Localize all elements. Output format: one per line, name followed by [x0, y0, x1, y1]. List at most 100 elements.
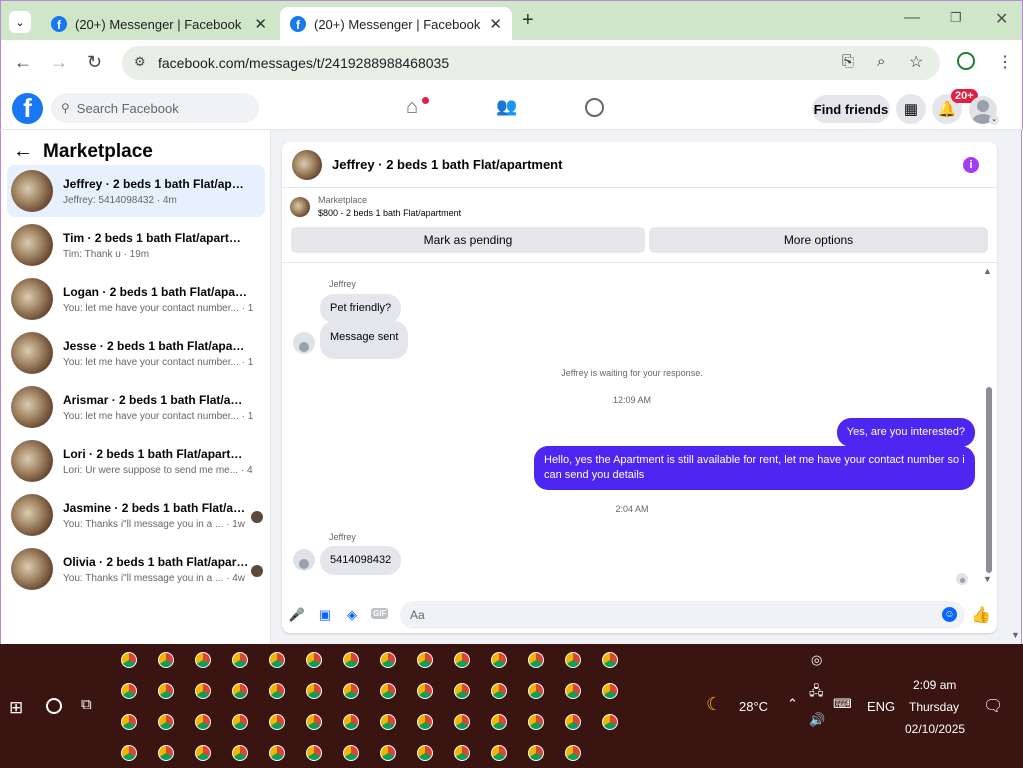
taskbar-app-icon[interactable]	[158, 714, 174, 730]
incoming-message-bubble[interactable]: 5414098432	[320, 546, 402, 575]
taskbar-app-icon[interactable]	[121, 714, 137, 730]
browser-tab-1[interactable]: f (20+) Messenger | Facebook ✕	[41, 7, 277, 41]
taskbar-app-icon[interactable]	[121, 652, 137, 668]
weather-moon-icon[interactable]: ☾	[706, 694, 722, 715]
taskbar-app-icon[interactable]	[195, 652, 211, 668]
back-icon[interactable]: ←	[14, 52, 32, 73]
close-tab-icon[interactable]: ✕	[489, 15, 502, 33]
info-icon[interactable]: i	[963, 157, 979, 173]
site-info-icon[interactable]: ⚙	[134, 54, 146, 70]
taskbar-app-icon[interactable]	[306, 652, 322, 668]
incoming-message-bubble[interactable]: Message sent	[320, 321, 409, 359]
taskbar-app-icon[interactable]	[232, 714, 248, 730]
cortana-search-icon[interactable]	[46, 698, 62, 714]
new-tab-button[interactable]: +	[522, 9, 534, 32]
taskbar-app-icon[interactable]	[602, 652, 618, 668]
listing-thumbnail[interactable]	[292, 149, 322, 180]
incoming-message-bubble[interactable]: Pet friendly?	[320, 294, 402, 323]
taskbar-app-icon[interactable]	[158, 652, 174, 668]
taskbar-app-icon[interactable]	[343, 652, 359, 668]
taskbar-app-icon[interactable]	[491, 683, 507, 699]
taskbar-app-icon[interactable]	[232, 683, 248, 699]
taskbar-app-icon[interactable]	[565, 714, 581, 730]
taskbar-app-icon[interactable]	[343, 683, 359, 699]
scrollbar-thumb[interactable]	[986, 387, 992, 573]
meet-now-icon[interactable]: ◎	[811, 652, 822, 668]
weather-temperature[interactable]: 28°C	[739, 699, 768, 714]
taskbar-app-icon[interactable]	[528, 683, 544, 699]
facebook-search-input[interactable]: ⚲ Search Facebook	[51, 93, 259, 123]
outgoing-message-bubble[interactable]: Yes, are you interested?	[836, 418, 975, 447]
task-view-icon[interactable]: ⧉	[81, 696, 92, 713]
sender-avatar[interactable]	[293, 549, 315, 571]
friends-icon[interactable]: 👥	[496, 97, 517, 117]
taskbar-app-icon[interactable]	[417, 683, 433, 699]
maximize-button[interactable]: ❐	[950, 10, 962, 26]
marketplace-listing-summary[interactable]: Marketplace $800 - 2 beds 1 bath Flat/ap…	[290, 195, 461, 218]
microphone-icon[interactable]: 🎤	[284, 607, 310, 623]
mark-as-pending-button[interactable]: Mark as pending	[291, 227, 645, 253]
taskbar-app-icon[interactable]	[565, 745, 581, 761]
find-friends-button[interactable]: Find friends	[812, 95, 890, 123]
taskbar-app-icon[interactable]	[491, 652, 507, 668]
url-field[interactable]: ⚙ facebook.com/messages/t/24192889884680…	[122, 46, 940, 80]
taskbar-app-icon[interactable]	[158, 745, 174, 761]
taskbar-app-icon[interactable]	[121, 745, 137, 761]
close-tab-icon[interactable]: ✕	[254, 15, 267, 33]
taskbar-app-icon[interactable]	[306, 714, 322, 730]
bookmark-star-icon[interactable]: ☆	[909, 52, 923, 72]
taskbar-app-icon[interactable]	[528, 714, 544, 730]
reload-icon[interactable]: ↻	[87, 52, 102, 73]
zoom-icon[interactable]: ⌕	[877, 53, 885, 70]
taskbar-app-icon[interactable]	[417, 714, 433, 730]
taskbar-app-icon[interactable]	[454, 714, 470, 730]
account-chevron-icon[interactable]: ⌄	[989, 115, 999, 125]
conversation-item[interactable]: Lori · 2 beds 1 bath Flat/apartment Lori:…	[7, 435, 265, 487]
conversation-item[interactable]: Logan · 2 beds 1 bath Flat/apartm... You:…	[7, 273, 265, 325]
profile-icon[interactable]	[957, 52, 975, 70]
gif-icon[interactable]: GIF	[371, 608, 389, 619]
taskbar-app-icon[interactable]	[565, 652, 581, 668]
forward-icon[interactable]: →	[50, 52, 68, 73]
taskbar-app-icon[interactable]	[417, 745, 433, 761]
taskbar-app-icon[interactable]	[232, 652, 248, 668]
like-thumb-icon[interactable]: 👍	[968, 605, 994, 625]
clock-time[interactable]: 2:09 am	[913, 678, 956, 692]
clock-date[interactable]: 02/10/2025	[905, 722, 965, 736]
back-arrow-icon[interactable]: ←	[13, 140, 33, 163]
taskbar-app-icon[interactable]	[528, 745, 544, 761]
taskbar-app-icon[interactable]	[121, 683, 137, 699]
home-icon[interactable]: ⌂	[406, 96, 418, 119]
taskbar-app-icon[interactable]	[232, 745, 248, 761]
volume-icon[interactable]: 🔊	[809, 712, 825, 728]
taskbar-app-icon[interactable]	[269, 714, 285, 730]
conversation-item[interactable]: Olivia · 2 beds 1 bath Flat/apart... You:…	[7, 543, 265, 595]
conversation-item[interactable]: Jasmine · 2 beds 1 bath Flat/apa... You: …	[7, 489, 265, 541]
taskbar-app-icon[interactable]	[269, 745, 285, 761]
install-app-icon[interactable]: ⎘	[842, 53, 854, 70]
sender-avatar[interactable]	[293, 332, 315, 354]
taskbar-app-icon[interactable]	[380, 683, 396, 699]
more-options-button[interactable]: More options	[649, 227, 988, 253]
network-icon[interactable]: 🖧	[809, 682, 824, 704]
message-input[interactable]: Aa ☺	[400, 601, 965, 629]
taskbar-app-icon[interactable]	[602, 683, 618, 699]
taskbar-app-icon[interactable]	[380, 745, 396, 761]
browser-menu-icon[interactable]: ⋮	[997, 52, 1013, 72]
outgoing-message-bubble[interactable]: Hello, yes the Apartment is still availa…	[534, 446, 975, 490]
conversation-item[interactable]: Arismar · 2 beds 1 bath Flat/apart... You…	[7, 381, 265, 433]
taskbar-app-icon[interactable]	[417, 652, 433, 668]
taskbar-app-icon[interactable]	[380, 652, 396, 668]
taskbar-app-icon[interactable]	[343, 745, 359, 761]
taskbar-app-icon[interactable]	[269, 683, 285, 699]
taskbar-app-icon[interactable]	[195, 745, 211, 761]
sticker-icon[interactable]: ◈	[339, 607, 365, 623]
tab-search-icon[interactable]: ⌄	[9, 11, 31, 33]
taskbar-app-icon[interactable]	[454, 652, 470, 668]
scroll-down-arrow-icon[interactable]: ▼	[983, 574, 992, 584]
conversation-item[interactable]: Jeffrey · 2 beds 1 bath Flat/apartm... Je…	[7, 165, 265, 217]
taskbar-app-icon[interactable]	[306, 683, 322, 699]
windows-start-icon[interactable]: ⊞	[9, 698, 23, 718]
minimize-button[interactable]: —	[904, 9, 920, 27]
show-hidden-icons-chevron[interactable]: ⌃	[787, 696, 798, 712]
